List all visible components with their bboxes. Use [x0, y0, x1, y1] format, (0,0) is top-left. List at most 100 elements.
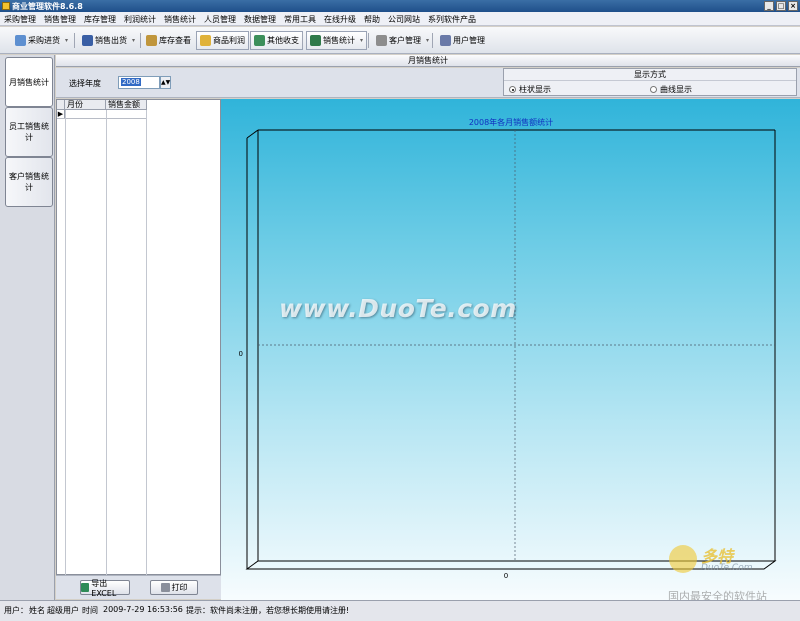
chevron-down-icon[interactable]: ▾: [360, 37, 363, 44]
x-tick-label: 0: [504, 572, 508, 580]
display-mode-group: 显示方式 柱状显示 曲线显示: [503, 68, 797, 96]
close-button[interactable]: ×: [788, 1, 798, 11]
menu-profit-stats[interactable]: 利润统计: [120, 12, 160, 25]
menu-inventory[interactable]: 库存管理: [80, 12, 120, 25]
print-label: 打印: [171, 583, 188, 592]
chart-area: 2008年各月销售额统计 0 0 www.DuoTe.com 多特 DuoTe.…: [221, 99, 800, 600]
toolbar-separator: [140, 33, 141, 48]
radio-bar-display[interactable]: 柱状显示: [509, 84, 551, 95]
menu-website[interactable]: 公司网站: [384, 12, 424, 25]
sales-grid[interactable]: 月份 销售金额 ▶: [56, 99, 221, 575]
year-value: 2008: [121, 78, 141, 86]
title-bar: 商业管理软件8.6.8 _ □ ×: [0, 0, 800, 12]
grid-divider: [65, 110, 66, 575]
purchase-icon: [15, 35, 26, 46]
toolbar-sales-stats-button[interactable]: 销售统计 ▾: [306, 31, 368, 50]
section-title: 月销售统计: [56, 55, 800, 67]
sales-chart: 2008年各月销售额统计 0 0: [239, 117, 777, 580]
status-name-value: 超级用户: [47, 606, 79, 615]
row-pointer-icon: ▶: [57, 110, 65, 118]
status-user-label: 用户：: [4, 606, 28, 615]
tab-customer-sales[interactable]: 客户销售统计: [5, 157, 53, 207]
status-time-value: 2009-7-29 16:53:56: [103, 605, 183, 614]
tab-monthly-sales[interactable]: 月销售统计: [5, 57, 53, 107]
ledger-icon: [254, 35, 265, 46]
export-excel-button[interactable]: 导出EXCEL: [80, 578, 130, 598]
toolbar-sales-stats-label: 销售统计: [323, 36, 355, 45]
toolbar-other-ledger-button[interactable]: 其他收支: [250, 31, 303, 50]
print-button[interactable]: 打印: [150, 580, 198, 595]
toolbar-sales-label: 销售出货: [95, 36, 127, 45]
toolbar-customer-button[interactable]: 客户管理 ▾: [373, 31, 432, 50]
table-row[interactable]: ▶: [57, 110, 147, 119]
menu-upgrade[interactable]: 在线升级: [320, 12, 360, 25]
grid-divider: [106, 110, 107, 575]
toolbar-inventory-label: 库存查看: [159, 36, 191, 45]
customer-icon: [376, 35, 387, 46]
toolbar-other-ledger-label: 其他收支: [267, 36, 299, 45]
menu-data[interactable]: 数据管理: [240, 12, 280, 25]
minimize-button[interactable]: _: [764, 1, 774, 11]
menu-sales-stats[interactable]: 销售统计: [160, 12, 200, 25]
menu-purchase[interactable]: 采购管理: [0, 12, 40, 25]
toolbar-separator: [432, 33, 433, 48]
chart-title: 2008年各月销售额统计: [469, 117, 553, 127]
toolbar-purchase-button[interactable]: 采购进货 ▾: [12, 31, 71, 50]
column-header-amount[interactable]: 销售金额: [106, 100, 147, 109]
toolbar-inventory-button[interactable]: 库存查看: [143, 31, 194, 50]
profit-icon: [200, 35, 211, 46]
logo-subtext: DuoTe.Com: [701, 563, 753, 573]
sales-icon: [82, 35, 93, 46]
maximize-button[interactable]: □: [776, 1, 786, 11]
toolbar-profit-label: 商品利润: [213, 36, 245, 45]
toolbar-users-button[interactable]: 用户管理: [437, 31, 488, 50]
toolbar-users-label: 用户管理: [453, 36, 485, 45]
grid-header: 月份 销售金额: [57, 100, 147, 110]
toolbar-profit-button[interactable]: 商品利润: [196, 31, 249, 50]
radio-line-label: 曲线显示: [660, 85, 692, 94]
year-input[interactable]: 2008: [118, 76, 160, 89]
side-tab-strip: 月销售统计 员工销售统计 客户销售统计: [0, 55, 55, 600]
display-mode-title: 显示方式: [504, 69, 796, 81]
watermark-text: www.DuoTe.com: [279, 294, 517, 323]
toolbar-sales-button[interactable]: 销售出货 ▾: [79, 31, 138, 50]
year-label: 选择年度: [69, 79, 101, 88]
menu-staff[interactable]: 人员管理: [200, 12, 240, 25]
warehouse-icon: [146, 35, 157, 46]
chart-edge-topleft: [246, 129, 259, 139]
menu-tools[interactable]: 常用工具: [280, 12, 320, 25]
toolbar: 采购进货 ▾ 销售出货 ▾ 库存查看 商品利润 其他收支 销售统计 ▾ 客户管理…: [0, 27, 800, 54]
chevron-down-icon[interactable]: ▾: [132, 37, 135, 44]
toolbar-customer-label: 客户管理: [389, 36, 421, 45]
printer-icon: [160, 583, 170, 592]
menu-products[interactable]: 系列软件产品: [424, 12, 480, 25]
excel-icon: [81, 583, 90, 592]
menu-help[interactable]: 帮助: [360, 12, 384, 25]
toolbar-purchase-label: 采购进货: [28, 36, 60, 45]
grid-divider: [146, 110, 147, 575]
chevron-down-icon[interactable]: ▾: [65, 37, 68, 44]
tab-staff-sales[interactable]: 员工销售统计: [5, 107, 53, 157]
toolbar-separator: [368, 33, 369, 48]
column-header-month[interactable]: 月份: [65, 100, 106, 109]
logo-mascot-icon: [669, 545, 697, 573]
radio-line-display[interactable]: 曲线显示: [650, 84, 692, 95]
window-title: 商业管理软件8.6.8: [12, 2, 83, 11]
status-name-label: 姓名: [29, 606, 45, 615]
radio-bar-label: 柱状显示: [519, 85, 551, 94]
status-time-label: 时间: [82, 606, 98, 615]
menu-bar: 采购管理 销售管理 库存管理 利润统计 销售统计 人员管理 数据管理 常用工具 …: [0, 12, 800, 26]
y-tick-label: 0: [239, 350, 243, 358]
toolbar-separator: [302, 33, 303, 48]
status-hint: 提示：软件尚未注册，若您想长期使用请注册!: [186, 606, 350, 615]
status-bar: 用户： 姓名 超级用户 时间 2009-7-29 16:53:56 提示：软件尚…: [0, 600, 800, 621]
toolbar-separator: [74, 33, 75, 48]
menu-sales[interactable]: 销售管理: [40, 12, 80, 25]
radio-unselected-icon: [650, 86, 657, 93]
export-excel-label: 导出EXCEL: [91, 578, 117, 598]
grid-corner: [57, 100, 65, 109]
radio-selected-icon: [509, 86, 516, 93]
year-spinner[interactable]: ▲▼: [160, 76, 171, 89]
chart-icon: [310, 35, 321, 46]
chevron-down-icon[interactable]: ▾: [426, 37, 429, 44]
